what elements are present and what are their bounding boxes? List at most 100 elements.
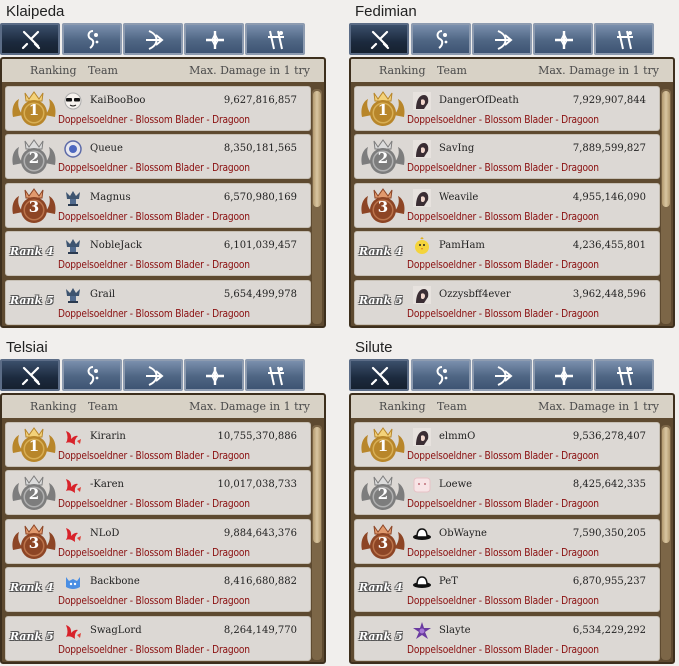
rank-medal-icon: 1	[9, 89, 59, 131]
rank-number: 3	[377, 534, 389, 552]
tab-sword-class[interactable]	[349, 359, 409, 391]
sword-class-icon	[21, 30, 41, 50]
scroll-thumb[interactable]	[662, 91, 670, 207]
rank-medal-icon: 1	[9, 425, 59, 467]
table-row[interactable]: Rank 5 Grail 5,654,499,978 Doppelsoeldne…	[5, 280, 311, 325]
table-row[interactable]: Rank 5 Slayte 6,534,229,292 Doppelsoeldn…	[354, 616, 660, 661]
scroll-thumb[interactable]	[313, 427, 321, 543]
sunglasses-face-icon	[63, 91, 83, 111]
table-row[interactable]: 1 elmmO 9,536,278,407 Doppelsoeldner - B…	[354, 422, 660, 467]
table-row[interactable]: 3 Weavile 4,955,146,090 Doppelsoeldner -…	[354, 183, 660, 228]
blue-cat-icon	[63, 572, 83, 592]
table-row[interactable]: 1 Kirarin 10,755,370,886 Doppelsoeldner …	[5, 422, 311, 467]
tab-sword-class[interactable]	[0, 359, 60, 391]
table-row[interactable]: Rank 4 PamHam 4,236,455,801 Doppelsoeldn…	[354, 231, 660, 276]
ranking-table: Ranking Team Max. Damage in 1 try 1 KaiB…	[0, 57, 326, 328]
team-name: SavIng	[439, 143, 475, 154]
tab-archer-class[interactable]	[472, 23, 532, 55]
tab-cleric-class[interactable]	[184, 23, 244, 55]
column-max-damage: Max. Damage in 1 try	[538, 64, 659, 77]
team-name: NobleJack	[90, 240, 142, 251]
pink-face-icon	[412, 475, 432, 495]
table-row[interactable]: 3 ObWayne 7,590,350,205 Doppelsoeldner -…	[354, 519, 660, 564]
scrollbar[interactable]	[312, 89, 322, 324]
tab-sword-class[interactable]	[0, 23, 60, 55]
table-row[interactable]: 1 KaiBooBoo 9,627,816,857 Doppelsoeldner…	[5, 86, 311, 131]
guild-crest-icon	[63, 236, 83, 256]
rank-label: Rank 5	[359, 630, 403, 643]
scroll-thumb[interactable]	[313, 91, 321, 207]
max-damage-value: 7,889,599,827	[572, 143, 646, 154]
class-composition: Doppelsoeldner - Blossom Blader - Dragoo…	[407, 161, 599, 174]
team-name: ObWayne	[439, 528, 487, 539]
tab-scout-class[interactable]	[594, 23, 654, 55]
table-row[interactable]: 2 Queue 8,350,181,565 Doppelsoeldner - B…	[5, 134, 311, 179]
table-header: Ranking Team Max. Damage in 1 try	[351, 395, 673, 418]
scrollbar[interactable]	[312, 425, 322, 660]
table-row[interactable]: 2 -Karen 10,017,038,733 Doppelsoeldner -…	[5, 470, 311, 515]
server-title: Silute	[355, 339, 393, 356]
guild-crest-icon	[63, 188, 83, 208]
max-damage-value: 10,755,370,886	[217, 431, 297, 442]
tab-wizard-class[interactable]	[62, 359, 122, 391]
rank-medal-icon: 3	[358, 186, 408, 228]
cleric-class-icon	[206, 31, 224, 49]
rank-number: 1	[377, 437, 389, 455]
tab-scout-class[interactable]	[245, 359, 305, 391]
rank-number: 1	[377, 101, 389, 119]
tab-cleric-class[interactable]	[533, 359, 593, 391]
server-panel-fedimian: Fedimian Ranking Team Max. Damage in 1 t…	[349, 0, 679, 328]
tab-sword-class[interactable]	[349, 23, 409, 55]
tab-scout-class[interactable]	[245, 23, 305, 55]
table-row[interactable]: 3 NLoD 9,884,643,376 Doppelsoeldner - Bl…	[5, 519, 311, 564]
max-damage-value: 6,534,229,292	[572, 625, 646, 636]
max-damage-value: 4,236,455,801	[572, 240, 646, 251]
column-team: Team	[437, 400, 467, 413]
tab-wizard-class[interactable]	[62, 23, 122, 55]
table-row[interactable]: 2 Loewe 8,425,642,335 Doppelsoeldner - B…	[354, 470, 660, 515]
scroll-thumb[interactable]	[662, 427, 670, 543]
scout-class-icon	[268, 366, 284, 386]
server-panel-silute: Silute Ranking Team Max. Damage in 1 try…	[349, 336, 679, 664]
scrollbar[interactable]	[661, 425, 671, 660]
rank-label: Rank 4	[359, 245, 403, 258]
team-name: DangerOfDeath	[439, 95, 519, 106]
rank-label: Rank 5	[359, 294, 403, 307]
server-title: Klaipeda	[6, 3, 65, 20]
cleric-class-icon	[555, 31, 573, 49]
tab-archer-class[interactable]	[472, 359, 532, 391]
scrollbar[interactable]	[661, 89, 671, 324]
rank-label: Rank 4	[10, 245, 54, 258]
tab-cleric-class[interactable]	[533, 23, 593, 55]
max-damage-value: 6,101,039,457	[223, 240, 297, 251]
tab-archer-class[interactable]	[123, 23, 183, 55]
table-row[interactable]: Rank 4 PeT 6,870,955,237 Doppelsoeldner …	[354, 567, 660, 612]
max-damage-value: 9,884,643,376	[223, 528, 297, 539]
table-row[interactable]: Rank 5 Ozzysbff4ever 3,962,448,596 Doppe…	[354, 280, 660, 325]
red-emblem-icon	[63, 524, 83, 544]
tab-archer-class[interactable]	[123, 359, 183, 391]
tab-wizard-class[interactable]	[411, 23, 471, 55]
class-composition: Doppelsoeldner - Blossom Blader - Dragoo…	[58, 113, 250, 126]
table-row[interactable]: Rank 5 SwagLord 8,264,149,770 Doppelsoel…	[5, 616, 311, 661]
max-damage-value: 10,017,038,733	[217, 479, 297, 490]
table-row[interactable]: Rank 4 NobleJack 6,101,039,457 Doppelsoe…	[5, 231, 311, 276]
table-row[interactable]: Rank 4 Backbone 8,416,680,882 Doppelsoel…	[5, 567, 311, 612]
portrait-icon	[412, 139, 432, 159]
table-header: Ranking Team Max. Damage in 1 try	[2, 395, 324, 418]
table-row[interactable]: 2 SavIng 7,889,599,827 Doppelsoeldner - …	[354, 134, 660, 179]
table-row[interactable]: 3 Magnus 6,570,980,169 Doppelsoeldner - …	[5, 183, 311, 228]
table-row[interactable]: 1 DangerOfDeath 7,929,907,844 Doppelsoel…	[354, 86, 660, 131]
class-composition: Doppelsoeldner - Blossom Blader - Dragoo…	[407, 643, 599, 656]
ranking-table: Ranking Team Max. Damage in 1 try 1 Kira…	[0, 393, 326, 664]
max-damage-value: 9,627,816,857	[223, 95, 297, 106]
rank-medal-icon: 1	[358, 425, 408, 467]
class-composition: Doppelsoeldner - Blossom Blader - Dragoo…	[58, 307, 250, 320]
tab-scout-class[interactable]	[594, 359, 654, 391]
class-tabs	[0, 23, 330, 55]
rank-medal-icon: 1	[358, 89, 408, 131]
class-composition: Doppelsoeldner - Blossom Blader - Dragoo…	[407, 210, 599, 223]
max-damage-value: 8,416,680,882	[223, 576, 297, 587]
tab-cleric-class[interactable]	[184, 359, 244, 391]
tab-wizard-class[interactable]	[411, 359, 471, 391]
